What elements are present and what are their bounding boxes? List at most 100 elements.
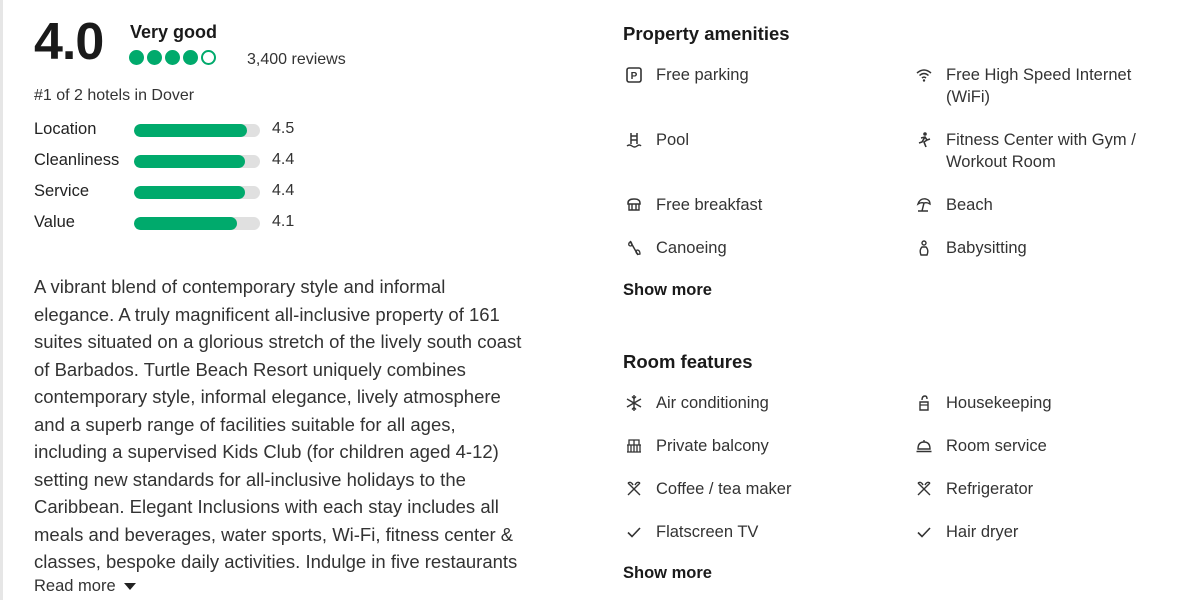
amenity-item: Free breakfast — [623, 194, 893, 216]
amenity-label: Canoeing — [656, 239, 727, 257]
snowflake-icon — [623, 392, 645, 414]
amenity-label: Beach — [946, 196, 993, 214]
room-feature-label: Coffee / tea maker — [656, 480, 792, 498]
bubble-filled-icon — [129, 50, 144, 65]
bubble-rating — [129, 50, 216, 65]
room-service-icon — [913, 435, 935, 457]
sub-rating-score: 4.4 — [272, 151, 295, 168]
amenity-item: Free High Speed Internet (WiFi) — [913, 64, 1183, 108]
sub-rating-value: Value 4.1 — [34, 213, 334, 244]
room-feature-item: Housekeeping — [913, 392, 1183, 414]
room-feature-label: Room service — [946, 437, 1047, 455]
room-feature-label: Flatscreen TV — [656, 523, 759, 541]
amenity-item: Pool — [623, 129, 893, 151]
sub-rating-bar — [134, 124, 260, 137]
sub-rating-fill — [134, 186, 245, 199]
description-line: contemporary style, informal elegance, l… — [34, 386, 501, 407]
sub-rating-service: Service 4.4 — [34, 182, 334, 213]
room-features-show-more-button[interactable]: Show more — [623, 564, 712, 583]
sub-rating-label: Service — [34, 182, 90, 200]
fitness-icon — [913, 129, 935, 151]
read-more-button[interactable]: Read more — [34, 577, 136, 596]
room-feature-item: Private balcony — [623, 435, 893, 457]
description-line: suites situated on a glorious stretch of… — [34, 331, 522, 352]
description-line: classes, bespoke daily activities. Indul… — [34, 551, 518, 572]
bubble-empty-icon — [201, 50, 216, 65]
sub-rating-bar — [134, 217, 260, 230]
description-line: setting new standards for all-inclusive … — [34, 468, 466, 490]
caret-down-icon — [123, 583, 136, 590]
sub-rating-label: Value — [34, 213, 75, 231]
room-feature-item: Air conditioning — [623, 392, 893, 414]
hotel-rank: #1 of 2 hotels in Dover — [34, 87, 195, 104]
amenity-item: Beach — [913, 194, 1183, 216]
sub-rating-bar — [134, 155, 260, 168]
room-feature-item: Hair dryer — [913, 521, 1183, 543]
amenity-label: Free parking — [656, 66, 749, 84]
bubble-filled-icon — [183, 50, 198, 65]
room-feature-label: Housekeeping — [946, 394, 1052, 412]
room-feature-item: Coffee / tea maker — [623, 478, 893, 500]
property-amenities-title: Property amenities — [623, 23, 790, 44]
parking-icon: P — [623, 64, 645, 86]
overall-score: 4.0 — [34, 13, 104, 71]
room-feature-item: Refrigerator — [913, 478, 1183, 500]
sub-rating-fill — [134, 124, 248, 137]
room-feature-label: Air conditioning — [656, 394, 769, 412]
room-feature-item: Flatscreen TV — [623, 521, 893, 543]
page-border — [0, 0, 3, 600]
amenity-label: Babysitting — [946, 239, 1027, 257]
amenity-label: Pool — [656, 131, 690, 149]
sub-rating-label: Location — [34, 120, 97, 138]
utensils-icon — [913, 478, 935, 500]
wifi-icon — [913, 64, 935, 86]
sub-rating-cleanliness: Cleanliness 4.4 — [34, 151, 334, 182]
description-line: meals and beverages, water sports, Wi-Fi… — [34, 523, 514, 545]
room-feature-label: Hair dryer — [946, 523, 1019, 541]
sub-ratings: Location 4.5 Cleanliness 4.4 Service 4.4… — [34, 120, 334, 244]
amenity-label: Free breakfast — [656, 196, 763, 214]
pool-icon — [623, 129, 645, 151]
babysitting-icon — [913, 237, 935, 259]
room-features-title: Room features — [623, 351, 753, 372]
hotel-description: A vibrant blend of contemporary style an… — [34, 273, 584, 576]
sub-rating-location: Location 4.5 — [34, 120, 334, 151]
sub-rating-fill — [134, 155, 245, 168]
sub-rating-bar — [134, 186, 260, 199]
amenity-item: Babysitting — [913, 237, 1183, 259]
rating-label: Very good — [130, 22, 218, 42]
amenity-item: Fitness Center with Gym / Workout Room — [913, 129, 1183, 173]
description-line: A vibrant blend of contemporary style an… — [34, 276, 446, 297]
amenity-item: Canoeing — [623, 237, 893, 259]
breakfast-icon — [623, 194, 645, 216]
utensils-icon — [623, 478, 645, 500]
housekeeping-icon — [913, 392, 935, 414]
room-feature-item: Room service — [913, 435, 1183, 457]
reviews-count-link[interactable]: 3,400 reviews — [247, 51, 346, 69]
bubble-filled-icon — [147, 50, 162, 65]
sub-rating-score: 4.5 — [272, 120, 295, 137]
amenity-label: Free High Speed Internet (WiFi) — [946, 66, 1132, 106]
check-icon — [623, 521, 645, 543]
beach-icon — [913, 194, 935, 216]
check-icon — [913, 521, 935, 543]
description-line: and a superb range of facilities suitabl… — [34, 413, 456, 435]
sub-rating-score: 4.1 — [272, 213, 295, 230]
amenity-label: Fitness Center with Gym / Workout Room — [946, 131, 1136, 171]
bubble-filled-icon — [165, 50, 180, 65]
description-line: Caribbean. Elegant Inclusions with each … — [34, 496, 499, 517]
description-line: elegance. A truly magnificent all-inclus… — [34, 303, 500, 325]
sub-rating-fill — [134, 217, 238, 230]
canoe-icon — [623, 237, 645, 259]
svg-text:P: P — [631, 71, 638, 82]
amenities-show-more-button[interactable]: Show more — [623, 281, 712, 300]
amenity-item: P Free parking — [623, 64, 893, 86]
room-feature-label: Refrigerator — [946, 480, 1034, 498]
sub-rating-label: Cleanliness — [34, 151, 120, 169]
balcony-icon — [623, 435, 645, 457]
sub-rating-score: 4.4 — [272, 182, 295, 199]
description-line: including a supervised Kids Club (for ch… — [34, 441, 499, 462]
room-feature-label: Private balcony — [656, 437, 769, 455]
description-line: of Barbados. Turtle Beach Resort uniquel… — [34, 358, 466, 380]
read-more-label: Read more — [34, 577, 116, 595]
